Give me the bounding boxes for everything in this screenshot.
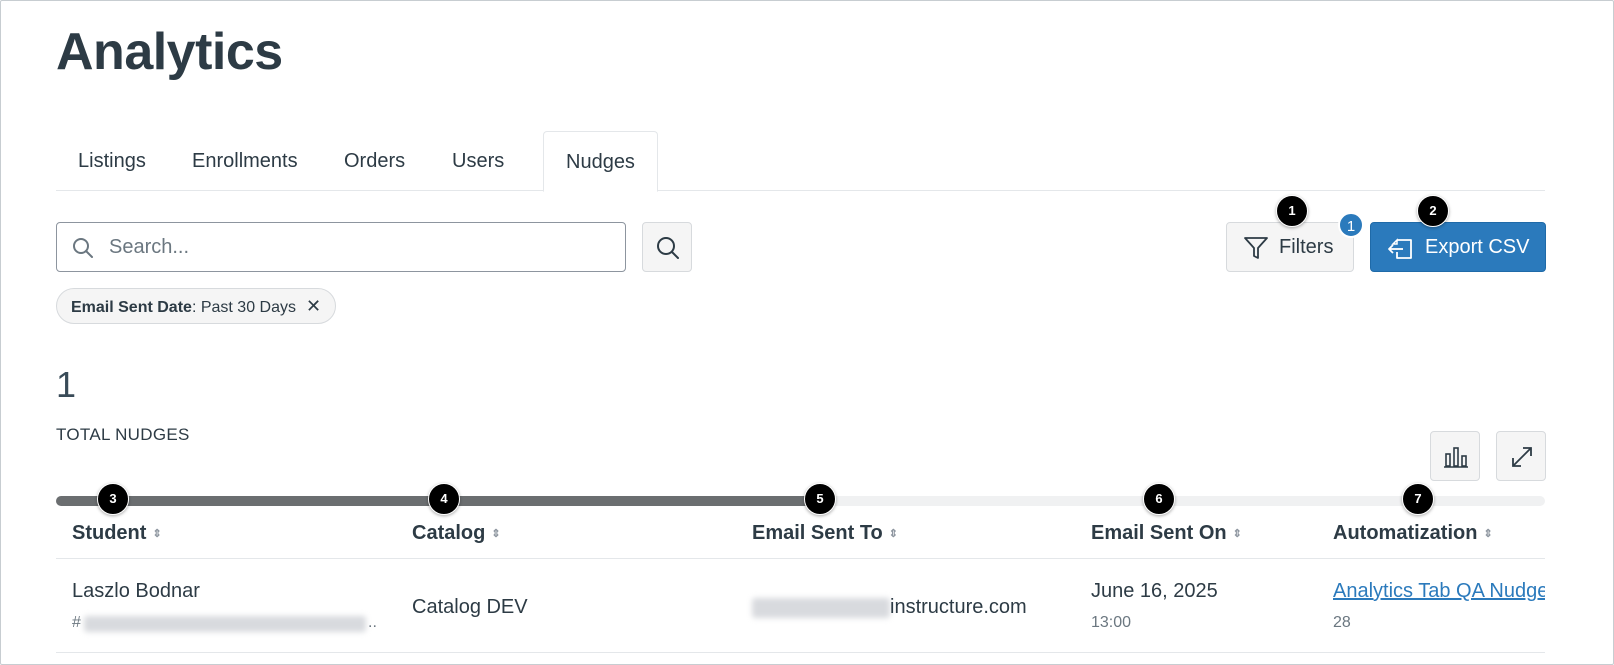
- search-icon: [657, 237, 679, 259]
- column-label: Automatization: [1333, 522, 1478, 544]
- column-label: Catalog: [412, 522, 486, 544]
- callout-marker-7: 7: [1402, 483, 1434, 515]
- chip-remove-icon[interactable]: ✕: [306, 289, 321, 323]
- tab-bar: Listings Enrollments Orders Users Nudges: [56, 131, 1545, 192]
- student-id-prefix: #: [72, 614, 81, 631]
- filters-label: Filters: [1279, 236, 1334, 258]
- table-header-divider: [56, 558, 1545, 559]
- expand-button[interactable]: [1496, 431, 1546, 481]
- bar-chart-icon: [1444, 447, 1468, 468]
- window-frame: [0, 0, 1614, 665]
- callout-marker-2: 2: [1417, 195, 1449, 227]
- expand-icon: [1512, 447, 1532, 467]
- chip-value: : Past 30 Days: [191, 299, 296, 316]
- automatization-link[interactable]: Analytics Tab QA Nudge: [1333, 580, 1545, 603]
- column-header-automatization[interactable]: Automatization ⇕: [1333, 522, 1493, 545]
- column-header-catalog[interactable]: Catalog ⇕: [412, 522, 501, 545]
- table-row-divider: [56, 652, 1545, 653]
- filters-button[interactable]: Filters: [1226, 222, 1354, 272]
- total-nudges-label: TOTAL NUDGES: [56, 425, 190, 444]
- student-name: Laszlo Bodnar: [72, 580, 200, 602]
- callout-marker-6: 6: [1143, 483, 1175, 515]
- email-domain: instructure.com: [890, 596, 1027, 618]
- sort-icon: ⇕: [1483, 527, 1493, 540]
- sort-icon: ⇕: [491, 527, 501, 540]
- redacted-student-id: [84, 616, 366, 632]
- sort-icon: ⇕: [1232, 527, 1242, 540]
- export-csv-button[interactable]: Export CSV: [1370, 222, 1546, 272]
- search-icon: [71, 236, 95, 260]
- student-id-ellipsis: ..: [368, 614, 377, 631]
- sent-date: June 16, 2025: [1091, 580, 1218, 602]
- tab-nudges[interactable]: Nudges: [543, 131, 658, 192]
- tab-enrollments[interactable]: Enrollments: [170, 131, 320, 191]
- sort-icon: ⇕: [152, 527, 162, 540]
- redacted-email-user: [752, 598, 890, 618]
- filter-icon: [1244, 237, 1268, 259]
- filter-chip-email-sent-date: Email Sent Date: Past 30 Days ✕: [56, 288, 337, 324]
- filter-count-badge: 1: [1338, 212, 1364, 238]
- tab-orders[interactable]: Orders: [322, 131, 427, 191]
- search-input[interactable]: [109, 223, 609, 271]
- export-icon: [1388, 238, 1412, 259]
- column-label: Email Sent To: [752, 522, 883, 544]
- callout-marker-1: 1: [1276, 195, 1308, 227]
- column-label: Email Sent On: [1091, 522, 1227, 544]
- column-header-student[interactable]: Student ⇕: [72, 522, 162, 545]
- sent-time: 13:00: [1091, 614, 1132, 631]
- search-field[interactable]: [56, 222, 626, 272]
- column-label: Student: [72, 522, 147, 544]
- page-title: Analytics: [56, 23, 283, 81]
- column-header-email-sent-on[interactable]: Email Sent On ⇕: [1091, 522, 1242, 545]
- tab-listings[interactable]: Listings: [56, 131, 168, 191]
- chip-key: Email Sent Date: [71, 299, 192, 316]
- callout-marker-3: 3: [97, 483, 129, 515]
- catalog-name: Catalog DEV: [412, 596, 528, 618]
- callout-marker-5: 5: [804, 483, 836, 515]
- automatization-id: 28: [1333, 614, 1351, 631]
- total-nudges-count: 1: [56, 364, 77, 405]
- chart-view-button[interactable]: [1430, 431, 1480, 481]
- search-button[interactable]: [642, 222, 692, 272]
- column-header-email-sent-to[interactable]: Email Sent To ⇕: [752, 522, 898, 545]
- export-label: Export CSV: [1425, 236, 1530, 258]
- sort-icon: ⇕: [888, 527, 898, 540]
- callout-marker-4: 4: [428, 483, 460, 515]
- tab-users[interactable]: Users: [430, 131, 526, 191]
